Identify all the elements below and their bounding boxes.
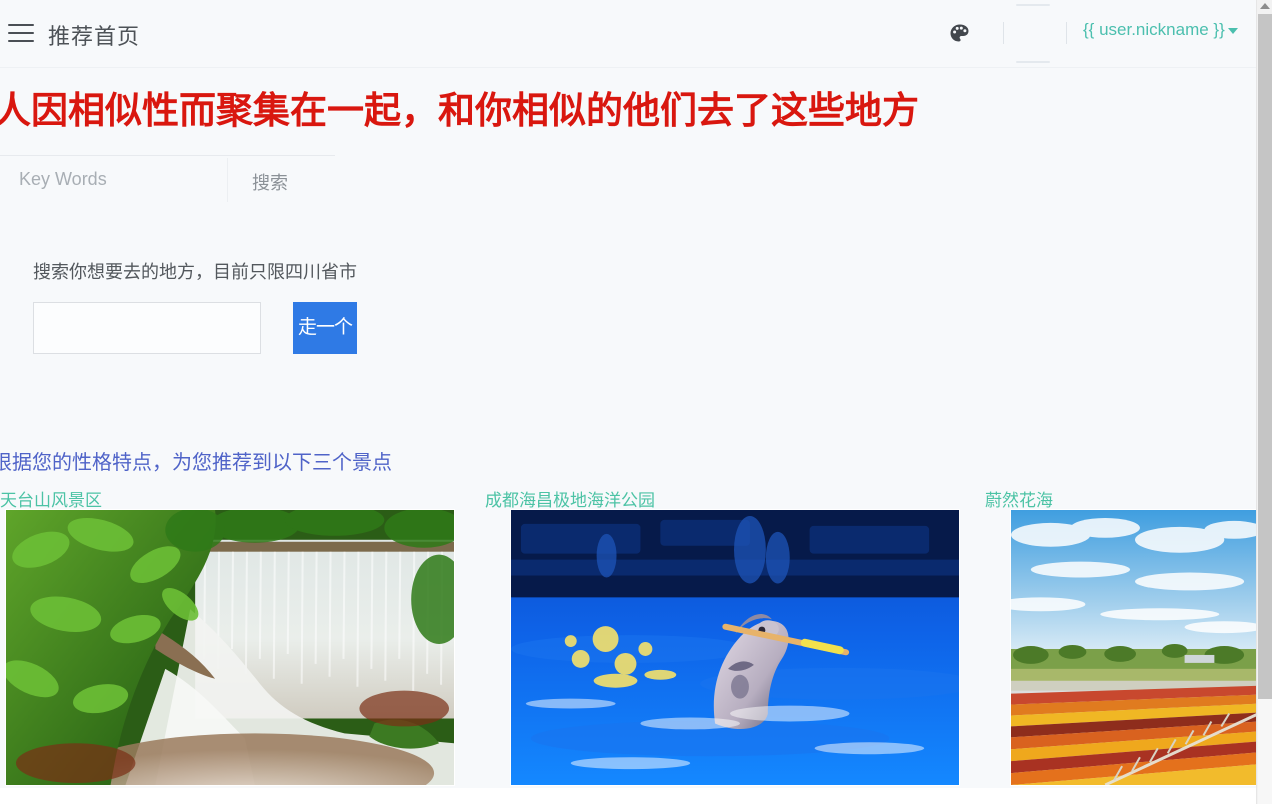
- header-divider: [1066, 22, 1067, 44]
- vertical-scrollbar[interactable]: [1256, 0, 1272, 804]
- hamburger-bar: [8, 40, 34, 42]
- hamburger-bar: [8, 32, 34, 34]
- caret-down-icon: [1227, 27, 1238, 34]
- flower-fields-photo[interactable]: [1010, 509, 1260, 786]
- tab-key-words[interactable]: Key Words: [19, 169, 107, 190]
- hero-heading: 人因相似性而聚集在一起，和你相似的他们去了这些地方: [0, 90, 919, 131]
- card-title-link[interactable]: 天台山风景区: [0, 486, 102, 511]
- header-placeholder-bar: [1016, 61, 1050, 63]
- hamburger-bar: [8, 24, 34, 26]
- hamburger-icon[interactable]: [8, 22, 34, 44]
- search-section-label: 搜索你想要去的地方，目前只限四川省市: [33, 262, 357, 282]
- scrollbar-thumb[interactable]: [1258, 14, 1272, 699]
- waterfall-forest-photo[interactable]: [5, 509, 455, 786]
- tab-bar: Key Words 搜索: [0, 155, 335, 205]
- recommendation-heading: 根据您的性格特点，为您推荐到以下三个景点: [0, 452, 392, 474]
- header-divider: [1003, 22, 1004, 44]
- tab-separator: [227, 158, 228, 202]
- app-header: 推荐首页 {{ user.nickname }}: [0, 0, 1256, 68]
- search-submit-button[interactable]: 走一个: [293, 302, 357, 354]
- search-input[interactable]: [33, 302, 261, 354]
- palette-icon[interactable]: [948, 22, 972, 46]
- scrollbar-track[interactable]: [1258, 699, 1272, 804]
- user-menu-label: {{ user.nickname }}: [1083, 20, 1225, 39]
- tab-search[interactable]: 搜索: [252, 169, 288, 195]
- recommendation-card-list: 天台山风景区 成都海昌极地海洋公园 蔚然花海: [0, 486, 1272, 796]
- page-root: 推荐首页 {{ user.nickname }} 人因相似性而聚集在一起，和你相…: [0, 0, 1272, 804]
- dolphin-show-photo[interactable]: [510, 509, 960, 786]
- scroll-up-arrow-icon[interactable]: [1260, 3, 1270, 9]
- page-title: 推荐首页: [48, 24, 141, 49]
- card-title-link[interactable]: 蔚然花海: [985, 486, 1053, 511]
- user-menu[interactable]: {{ user.nickname }}: [1083, 20, 1238, 40]
- header-placeholder-bar: [1016, 4, 1050, 6]
- page-bottom-edge: [0, 788, 1256, 804]
- card-title-link[interactable]: 成都海昌极地海洋公园: [485, 486, 655, 511]
